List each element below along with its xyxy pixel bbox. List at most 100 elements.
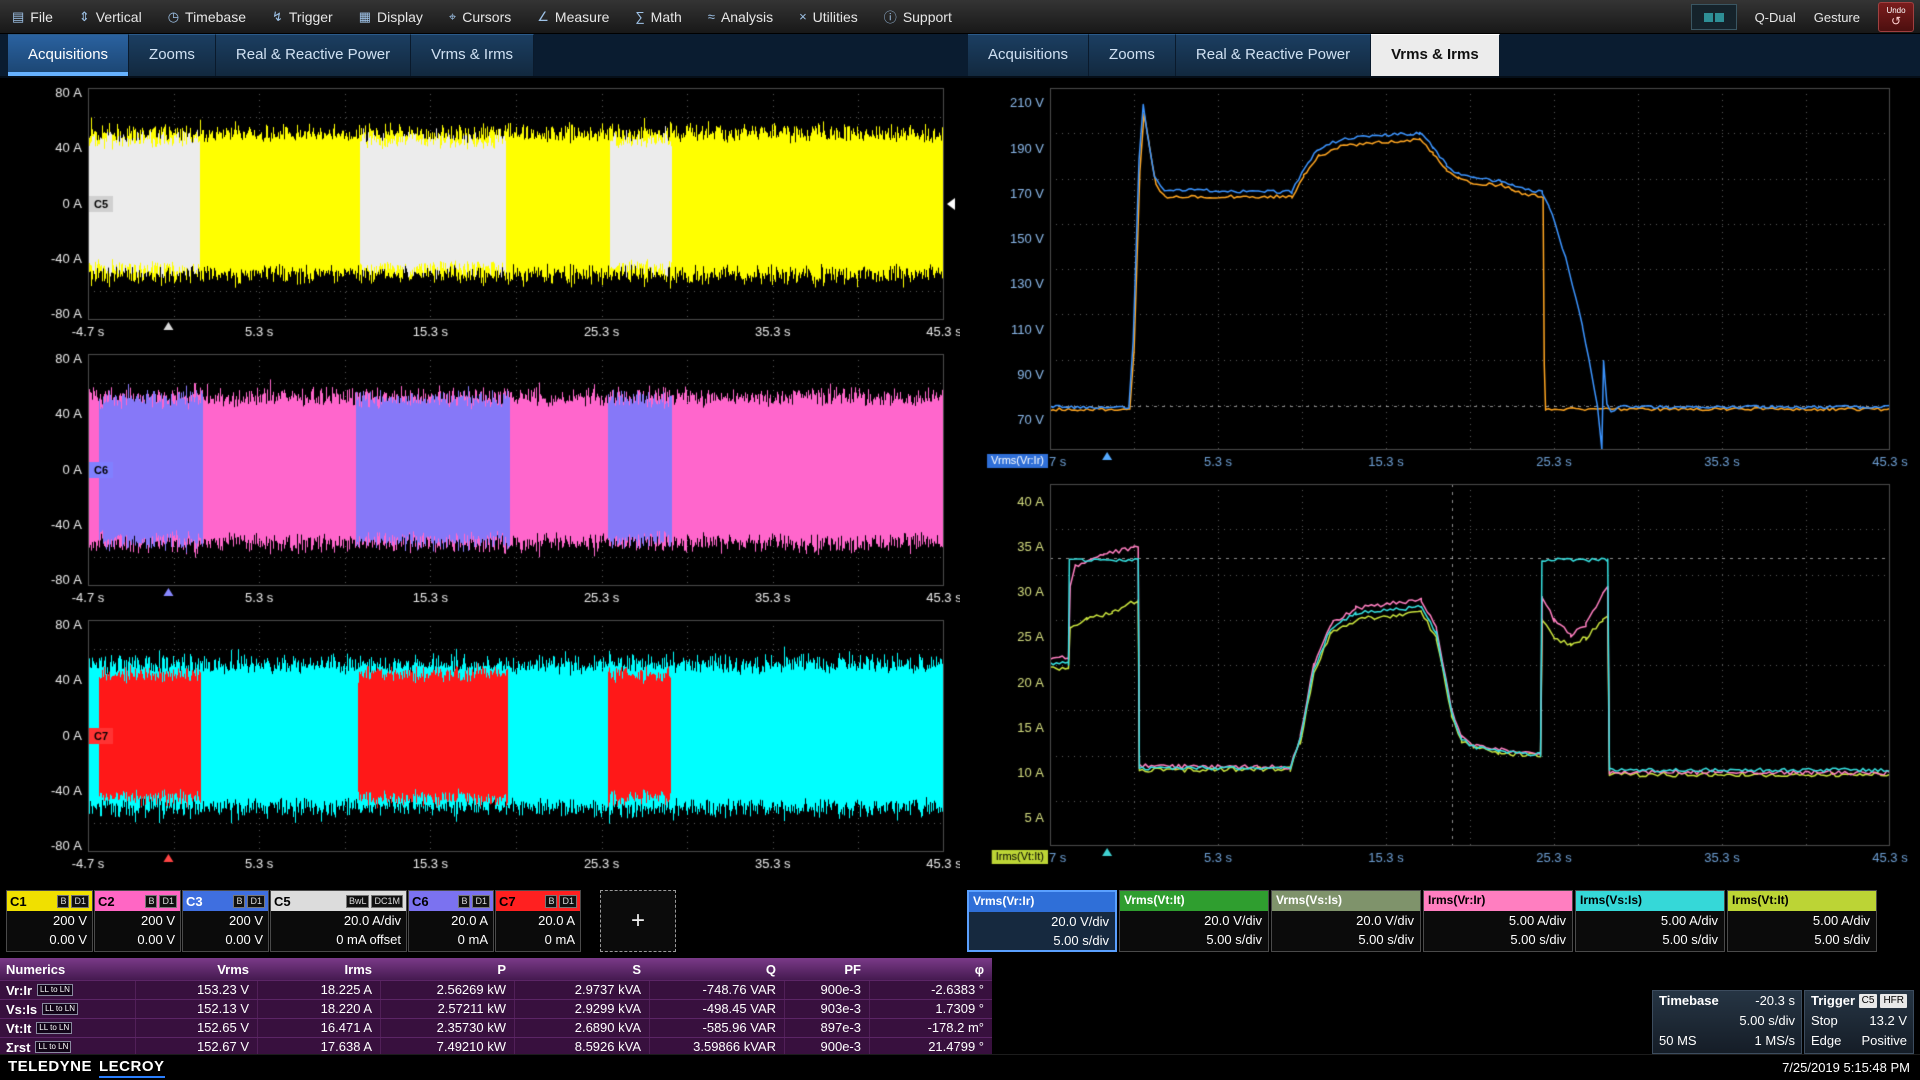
row-label: Vr:Ir [6,983,32,998]
channel-box-c5[interactable]: C5 BwLDC1M 20.0 A/div0 mA offset [270,890,407,952]
row-label: Vs:Is [6,1002,37,1017]
vrms-trend-plot[interactable] [962,80,1916,472]
tab-left-vrms-irms[interactable]: Vrms & Irms [411,34,534,76]
brand-lecroy: LECROY [99,1058,165,1078]
function-header: Irms(Vs:Is) [1576,891,1724,911]
channel-c3-body: 200 V0.00 V [183,911,268,951]
gesture-label[interactable]: Gesture [1814,10,1860,25]
timebase-summary-box[interactable]: Timebase-20.3 s 5.00 s/div 50 MS1 MS/s [1652,990,1802,1054]
menu-timebase[interactable]: ◷Timebase [168,9,246,25]
tab-left-acquisitions[interactable]: Acquisitions [8,34,129,76]
menu-math[interactable]: ∑Math [635,9,681,25]
trigger-type: Edge [1811,1031,1841,1051]
menu-vertical[interactable]: ⇕Vertical [79,9,142,25]
tab-bar: Acquisitions Zooms Real & Reactive Power… [0,34,1920,78]
tab-right-acquisitions[interactable]: Acquisitions [968,34,1089,76]
row-label: Vt:It [6,1021,31,1036]
channel-c7-id: C7 [499,894,516,909]
function-box-irms-vs-is[interactable]: Irms(Vs:Is) 5.00 A/div5.00 s/div [1575,890,1725,952]
q-value: -585.96 VAR [649,1019,784,1037]
function-box-irms-vr-ir[interactable]: Irms(Vr:Ir) 5.00 A/div5.00 s/div [1423,890,1573,952]
menu-utilities-label: Utilities [813,9,858,25]
function-box-vrms-vr-ir[interactable]: Vrms(Vr:Ir) 20.0 V/div5.00 s/div [967,890,1117,952]
add-trace-button[interactable]: + [600,890,676,952]
vrms-value: 152.65 V [135,1019,257,1037]
menu-cursors[interactable]: ⌖Cursors [449,9,511,25]
function-descriptor-row: Vrms(Vr:Ir) 20.0 V/div5.00 s/div Vrms(Vt… [967,890,1877,952]
function-box-irms-vt-it[interactable]: Irms(Vt:It) 5.00 A/div5.00 s/div [1727,890,1877,952]
numerics-header-row: Numerics Vrms Irms P S Q PF φ [0,958,992,980]
p-value: 2.57211 kW [380,1000,514,1018]
timebase-trigger-panel: Timebase-20.3 s 5.00 s/div 50 MS1 MS/s T… [1652,990,1914,1054]
numerics-row-vs-is: Vs:IsLL to LN 152.13 V 18.220 A 2.57211 … [0,999,992,1018]
menu-analysis-label: Analysis [721,9,773,25]
function-box-vrms-vt-it[interactable]: Vrms(Vt:It) 20.0 V/div5.00 s/div [1119,890,1269,952]
numerics-row-vt-it: Vt:ItLL to LN 152.65 V 16.471 A 2.35730 … [0,1018,992,1037]
irms-trend-plot[interactable] [962,476,1916,868]
menu-measure[interactable]: ∠Measure [537,9,609,25]
phi-value: 1.7309 ° [869,1000,992,1018]
support-icon: ⓘ [884,7,897,26]
trigger-summary-box[interactable]: TriggerC5HFR Stop13.2 V EdgePositive [1804,990,1914,1054]
bandwidth-badge: BwL [346,895,370,908]
undo-button[interactable]: Undo ↺ [1878,2,1914,32]
channel-c1-id: C1 [10,894,27,909]
row-label: Σrst [6,1040,30,1055]
s-value: 2.6890 kVA [514,1019,649,1037]
trigger-coupling-chip: HFR [1880,994,1907,1008]
menu-analysis[interactable]: ≈Analysis [708,9,773,25]
left-waveform-plot-3[interactable] [4,612,960,874]
channel-c7-body: 20.0 A0 mA [496,911,580,951]
pf-value: 900e-3 [784,981,869,999]
left-waveform-plot-1[interactable] [4,80,960,342]
deskew-badge: D1 [472,895,490,908]
channel-c7-header: C7 BD1 [496,891,580,911]
channel-box-c6[interactable]: C6 BD1 20.0 A0 mA [408,890,494,952]
tab-right-vrms-irms[interactable]: Vrms & Irms [1371,34,1500,76]
tab-right-zooms[interactable]: Zooms [1089,34,1176,76]
channel-box-c3[interactable]: C3 BD1 200 V0.00 V [182,890,269,952]
vertical-icon: ⇕ [79,9,90,25]
timebase-samples: 50 MS [1659,1031,1697,1051]
menu-utilities[interactable]: ×Utilities [799,9,858,25]
function-body: 5.00 A/div5.00 s/div [1728,911,1876,951]
function-box-vrms-vs-is[interactable]: Vrms(Vs:Is) 20.0 V/div5.00 s/div [1271,890,1421,952]
menu-cursors-label: Cursors [462,9,511,25]
channel-c3-id: C3 [186,894,203,909]
numerics-header-s: S [514,962,649,977]
display-icon: ▦ [359,9,371,25]
menu-display[interactable]: ▦Display [359,9,423,25]
ll-to-ln-badge: LL to LN [42,1003,78,1015]
scope-thumbnail[interactable] [1691,4,1737,30]
brand-teledyne: TELEDYNE [8,1058,92,1075]
channel-c1-header: C1 BD1 [7,891,92,911]
deskew-badge: D1 [247,895,265,908]
function-header: Irms(Vt:It) [1728,891,1876,911]
function-header: Vrms(Vt:It) [1120,891,1268,911]
bandwidth-badge: B [57,895,69,908]
tab-left-zooms[interactable]: Zooms [129,34,216,76]
tab-right-real-reactive-power[interactable]: Real & Reactive Power [1176,34,1371,76]
trigger-level: 13.2 V [1869,1011,1907,1031]
menu-file[interactable]: ▤File [12,9,53,25]
channel-box-c1[interactable]: C1 BD1 200 V0.00 V [6,890,93,952]
function-header: Vrms(Vs:Is) [1272,891,1420,911]
menu-support[interactable]: ⓘSupport [884,7,952,26]
scope-screen-right [1715,13,1724,22]
menu-trigger[interactable]: ↯Trigger [272,9,333,25]
numerics-header-title: Numerics [0,962,135,977]
menu-measure-label: Measure [555,9,609,25]
p-value: 2.35730 kW [380,1019,514,1037]
channel-box-c2[interactable]: C2 BD1 200 V0.00 V [94,890,181,952]
function-header: Irms(Vr:Ir) [1424,891,1572,911]
numerics-row-vr-ir: Vr:IrLL to LN 153.23 V 18.225 A 2.56269 … [0,980,992,999]
numerics-header-vrms: Vrms [135,962,257,977]
s-value: 2.9299 kVA [514,1000,649,1018]
channel-box-c7[interactable]: C7 BD1 20.0 A0 mA [495,890,581,952]
vrms-value: 152.13 V [135,1000,257,1018]
left-waveform-plot-2[interactable] [4,346,960,608]
qdual-label[interactable]: Q-Dual [1755,10,1796,25]
phi-value: -178.2 m° [869,1019,992,1037]
tab-left-real-reactive-power[interactable]: Real & Reactive Power [216,34,411,76]
menu-math-label: Math [651,9,682,25]
